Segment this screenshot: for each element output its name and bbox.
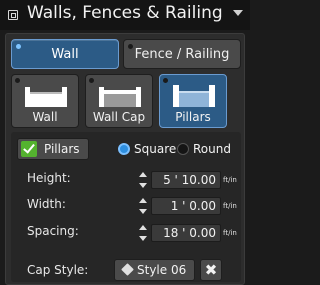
cap-style-value: Style 06 — [137, 263, 187, 277]
type-wall-cap-button[interactable]: Wall Cap — [85, 74, 153, 128]
width-unit: ft/in — [223, 202, 237, 210]
indicator-dot — [89, 78, 94, 83]
wall-icon — [25, 87, 67, 107]
wall-cap-icon — [99, 87, 141, 107]
pillar-options: Pillars Square Round Height: 5 ' 10.00 f… — [11, 132, 241, 282]
pillars-toggle-label: Pillars — [44, 142, 80, 156]
type-pillars-button[interactable]: Pillars — [159, 74, 227, 128]
type-wall-button[interactable]: Wall — [11, 74, 79, 128]
walls-panel: Wall Fence / Railing Wall Wall Cap Pilla… — [5, 33, 245, 285]
height-unit: ft/in — [223, 176, 237, 184]
type-pillars-label: Pillars — [175, 110, 211, 124]
radio-round[interactable] — [177, 143, 189, 155]
panel-header: Walls, Fences & Railing — [0, 0, 250, 30]
panel-title: Walls, Fences & Railing — [27, 3, 223, 23]
type-wall-cap-label: Wall Cap — [92, 110, 146, 124]
checkbox-checked-icon[interactable] — [21, 141, 37, 157]
radio-square-label: Square — [134, 142, 177, 156]
spacing-input[interactable]: 18 ' 0.00 — [151, 224, 221, 242]
radio-round-label: Round — [193, 142, 231, 156]
indicator-dot — [128, 44, 133, 49]
width-label: Width: — [27, 197, 66, 211]
indicator-dot — [16, 44, 21, 49]
close-icon: ✖ — [204, 261, 218, 279]
pillars-icon — [173, 85, 215, 107]
indicator-dot — [163, 78, 168, 83]
tab-fence-railing[interactable]: Fence / Railing — [123, 39, 241, 69]
tab-fence-railing-label: Fence / Railing — [134, 46, 230, 62]
height-label: Height: — [27, 171, 71, 185]
spacing-unit: ft/in — [223, 229, 237, 237]
type-wall-label: Wall — [32, 110, 58, 124]
spacing-spinner-icon[interactable] — [139, 225, 147, 241]
cap-style-button[interactable]: Style 06 — [114, 259, 195, 281]
tag-icon — [121, 263, 134, 276]
radio-square[interactable] — [118, 143, 130, 155]
tab-wall[interactable]: Wall — [11, 39, 119, 69]
width-spinner-icon[interactable] — [139, 198, 147, 214]
clear-cap-style-button[interactable]: ✖ — [200, 259, 222, 281]
indicator-dot — [15, 78, 20, 83]
collapse-arrow-icon[interactable] — [233, 10, 243, 16]
cap-style-label: Cap Style: — [27, 263, 89, 277]
height-spinner-icon[interactable] — [139, 172, 147, 188]
width-input[interactable]: 1 ' 0.00 — [151, 197, 221, 215]
spacing-label: Spacing: — [27, 224, 79, 238]
height-input[interactable]: 5 ' 10.00 — [151, 171, 221, 189]
pillars-toggle[interactable]: Pillars — [17, 138, 89, 160]
window-icon — [8, 10, 18, 20]
tab-wall-label: Wall — [51, 46, 79, 62]
